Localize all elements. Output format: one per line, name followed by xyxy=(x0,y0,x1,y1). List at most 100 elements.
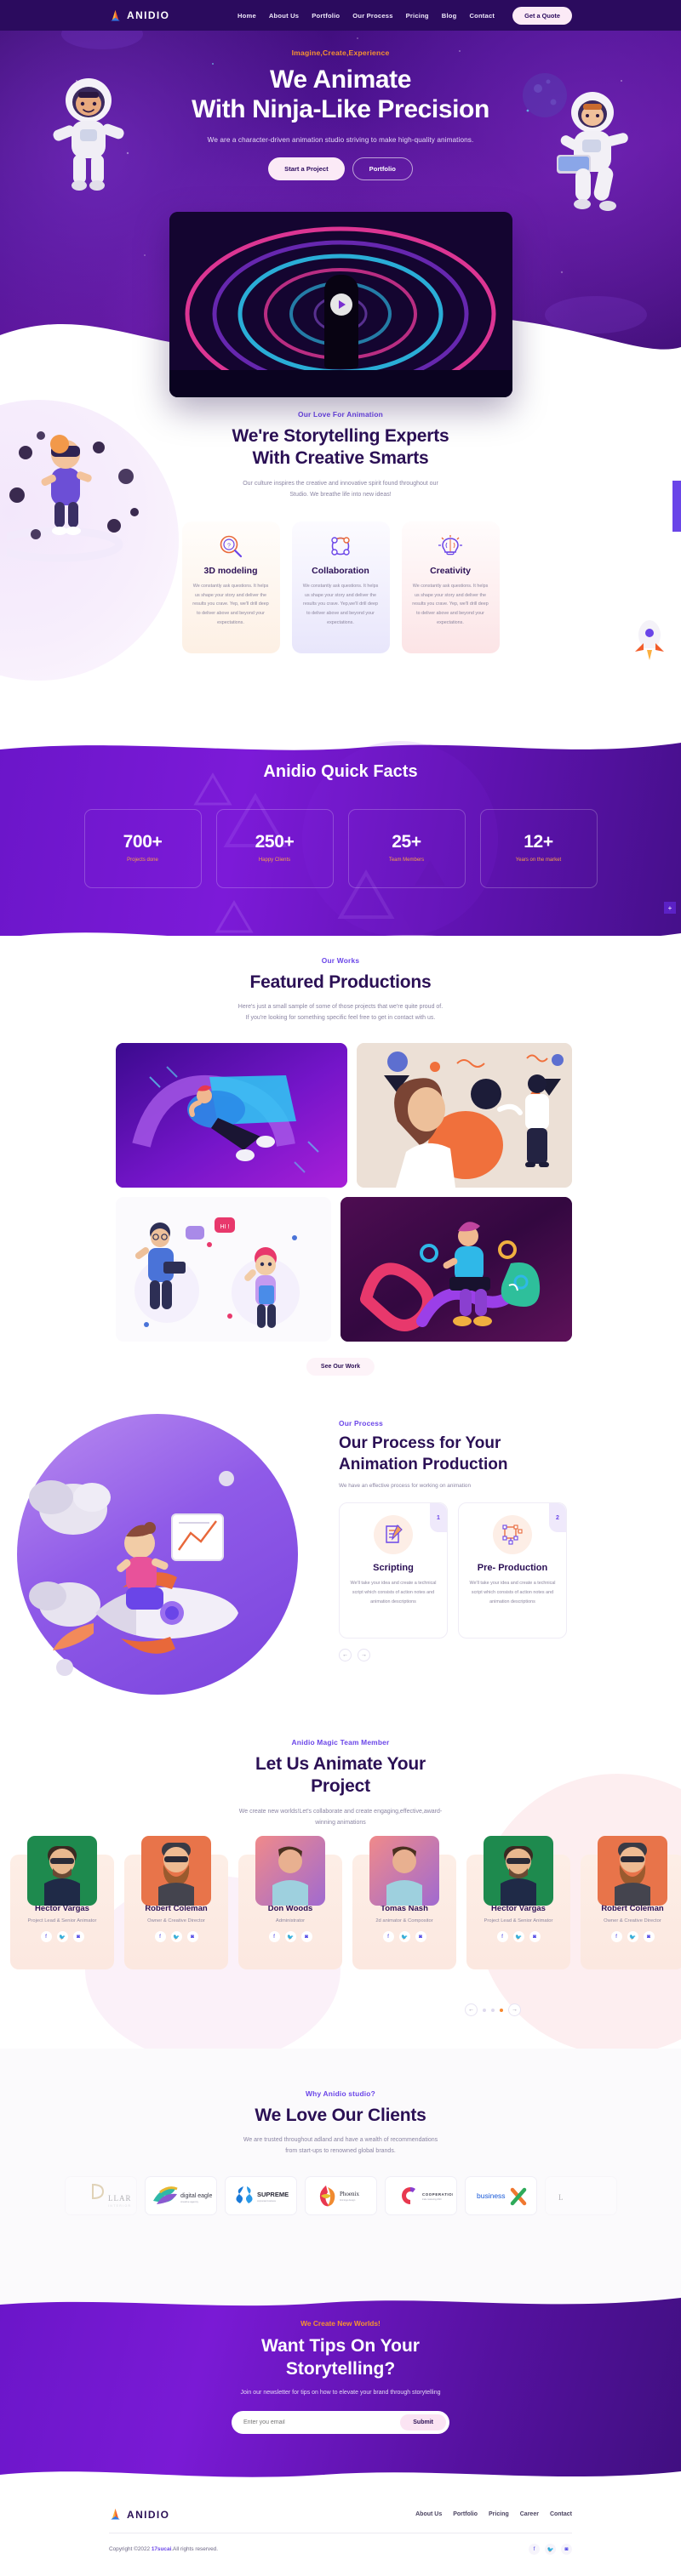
nav-item-home[interactable]: Home xyxy=(237,12,256,20)
facebook-icon[interactable]: f xyxy=(529,2544,540,2555)
instagram-icon[interactable]: ◙ xyxy=(300,1931,312,1942)
feature-card-collaboration[interactable]: Collaboration We constantly ask question… xyxy=(291,521,390,653)
avatar xyxy=(255,1836,325,1906)
feature-card-creativity[interactable]: Creativity We constantly ask questions. … xyxy=(401,521,500,653)
side-widget-badge[interactable]: + xyxy=(664,902,676,914)
footer-link-contact[interactable]: Contact xyxy=(550,2511,572,2517)
work-card-abstract-people[interactable] xyxy=(357,1043,572,1188)
client-logo-pillar[interactable]: LLAR INTERIORS xyxy=(64,2176,137,2216)
storytelling-eyebrow: Our Love For Animation xyxy=(298,410,383,419)
nav-item-blog[interactable]: Blog xyxy=(442,12,457,20)
feature-cards: ? 3D modeling We constantly ask question… xyxy=(0,521,681,653)
process-card-scripting[interactable]: 1 Scripting We'll take your idea and cre… xyxy=(339,1502,448,1639)
instagram-icon[interactable]: ◙ xyxy=(186,1931,198,1942)
footer-link-career[interactable]: Career xyxy=(520,2511,539,2517)
facebook-icon[interactable]: f xyxy=(496,1931,508,1942)
facebook-icon[interactable]: f xyxy=(40,1931,52,1942)
instagram-icon[interactable]: ◙ xyxy=(561,2544,572,2555)
twitter-icon[interactable]: 🐦 xyxy=(545,2544,556,2555)
team-header: Anidio Magic Team Member Let Us Animate … xyxy=(0,1723,681,1829)
rocket-girl-illustration xyxy=(29,1471,238,1676)
twitter-icon[interactable]: 🐦 xyxy=(56,1931,68,1942)
portfolio-button[interactable]: Portfolio xyxy=(352,157,413,180)
team-member-card[interactable]: Robert Coleman Owner & Creative Director… xyxy=(124,1836,228,1969)
footer-link-about-us[interactable]: About Us xyxy=(415,2511,442,2517)
carousel-dot[interactable] xyxy=(483,2008,486,2012)
team-carousel[interactable]: Hector Vargas Project Lead & Senior Anim… xyxy=(0,1836,681,1969)
nav-item-about-us[interactable]: About Us xyxy=(269,12,299,20)
facebook-icon[interactable]: f xyxy=(154,1931,166,1942)
works-header: Our Works Featured Productions Here's ju… xyxy=(0,936,681,1024)
arrow-right-icon[interactable]: → xyxy=(358,1649,370,1662)
team-member-card[interactable]: Robert Coleman Owner & Creative Director… xyxy=(581,1836,681,1969)
process-card-pre-production[interactable]: 2 Pre- Production We'll take your idea a… xyxy=(458,1502,567,1639)
svg-text:corporate business: corporate business xyxy=(257,2199,277,2203)
carousel-dot-active[interactable] xyxy=(500,2008,503,2012)
client-logo-cooperation[interactable]: COOPERATION trade marketing 2020 xyxy=(384,2176,457,2216)
team-member-card[interactable]: Hector Vargas Project Lead & Senior Anim… xyxy=(466,1836,570,1969)
team-member-card[interactable]: Don Woods Administrator f 🐦 ◙ xyxy=(238,1836,342,1969)
brand-logo[interactable]: ANIDIO xyxy=(109,9,169,22)
copyright-text: Copyright ©2022 17sucai.All rights reser… xyxy=(109,2546,218,2552)
twitter-icon[interactable]: 🐦 xyxy=(398,1931,410,1942)
twitter-icon[interactable]: 🐦 xyxy=(170,1931,182,1942)
team-member-role: Owner & Creative Director xyxy=(147,1918,205,1923)
client-logo-businessx[interactable]: business xyxy=(464,2176,537,2216)
team-title-line-2: Project xyxy=(311,1776,370,1797)
instagram-icon[interactable]: ◙ xyxy=(529,1931,541,1942)
skater-purple-artwork xyxy=(116,1043,347,1188)
twitter-icon[interactable]: 🐦 xyxy=(284,1931,296,1942)
side-scroll-widget[interactable] xyxy=(672,481,681,532)
client-logo-supreme[interactable]: SUPREME corporate business xyxy=(224,2176,297,2216)
instagram-icon[interactable]: ◙ xyxy=(643,1931,655,1942)
facebook-icon[interactable]: f xyxy=(382,1931,394,1942)
team-next-arrow-right-icon[interactable]: → xyxy=(508,2003,521,2016)
nav-item-pricing[interactable]: Pricing xyxy=(406,12,429,20)
nav-item-our-process[interactable]: Our Process xyxy=(352,12,392,20)
storytelling-title-line-2: With Creative Smarts xyxy=(252,448,429,469)
team-member-card[interactable]: Tomas Nash 2d animator & Compositor f 🐦 … xyxy=(352,1836,456,1969)
client-logo-phoenix[interactable]: Phoenix bird logo design xyxy=(304,2176,377,2216)
twitter-icon[interactable]: 🐦 xyxy=(627,1931,638,1942)
work-card-designer-colorful[interactable] xyxy=(340,1197,572,1342)
nav-item-portfolio[interactable]: Portfolio xyxy=(312,12,340,20)
footer-brand-logo[interactable]: ANIDIO xyxy=(109,2508,169,2521)
magnifier-question-icon: ? xyxy=(192,533,271,559)
arrow-left-icon[interactable]: ← xyxy=(339,1649,352,1662)
start-project-button[interactable]: Start a Project xyxy=(268,157,345,180)
nav-item-contact[interactable]: Contact xyxy=(469,12,495,20)
facebook-icon[interactable]: f xyxy=(268,1931,280,1942)
feature-card-3d-modeling[interactable]: ? 3D modeling We constantly ask question… xyxy=(181,521,280,653)
twitter-icon[interactable]: 🐦 xyxy=(512,1931,524,1942)
submit-button[interactable]: Submit xyxy=(400,2414,446,2431)
team-member-card[interactable]: Hector Vargas Project Lead & Senior Anim… xyxy=(10,1836,114,1969)
our-process-section: Our Process Our Process for Your Animati… xyxy=(0,1378,681,1735)
hero-video-card[interactable] xyxy=(169,212,512,397)
feature-card-title: 3D modeling xyxy=(203,565,258,576)
works-title: Featured Productions xyxy=(249,972,432,992)
svg-text:HI !: HI ! xyxy=(220,1224,230,1230)
footer-link-portfolio[interactable]: Portfolio xyxy=(453,2511,478,2517)
copyright-pre: Copyright ©2022 xyxy=(109,2546,152,2552)
instagram-icon[interactable]: ◙ xyxy=(72,1931,84,1942)
play-icon[interactable] xyxy=(329,294,352,316)
facts-row: 700+ Projects done 250+ Happy Clients 25… xyxy=(0,809,681,888)
svg-text:INTERIORS: INTERIORS xyxy=(108,2204,130,2208)
team-prev-arrow-left-icon[interactable]: ← xyxy=(465,2003,478,2016)
work-card-skater-purple[interactable] xyxy=(116,1043,347,1188)
client-logo-digital-eagle[interactable]: digital eagle creative agency xyxy=(144,2176,217,2216)
carousel-dot[interactable] xyxy=(491,2008,495,2012)
see-our-work-button[interactable]: See Our Work xyxy=(306,1358,375,1376)
svg-text:?: ? xyxy=(227,543,231,549)
facebook-icon[interactable]: f xyxy=(610,1931,622,1942)
work-card-teacher-student[interactable]: HI ! xyxy=(116,1197,331,1342)
footer-link-pricing[interactable]: Pricing xyxy=(489,2511,509,2517)
footer-socials: f 🐦 ◙ xyxy=(529,2544,572,2555)
client-logo-partial[interactable]: L xyxy=(544,2176,617,2216)
copyright-brand[interactable]: 17sucai xyxy=(152,2546,171,2552)
get-a-quote-button[interactable]: Get a Quote xyxy=(512,6,572,25)
instagram-icon[interactable]: ◙ xyxy=(415,1931,426,1942)
email-input[interactable] xyxy=(243,2419,401,2425)
fact-value: 12+ xyxy=(524,832,553,852)
landing-page: Imagine,Create,Experience We Animate Wit… xyxy=(0,0,681,2576)
